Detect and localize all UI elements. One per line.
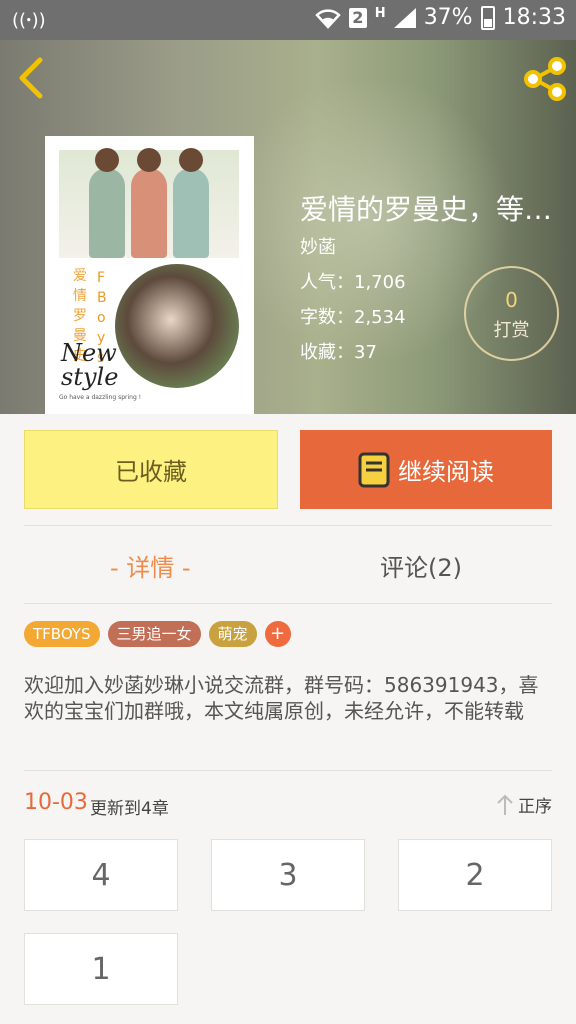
book-header: 爱情罗曼史 FBoys New style Go have a dazzling… <box>0 40 576 414</box>
cover-photo-group <box>59 148 239 258</box>
add-tag-button[interactable]: + <box>264 621 291 647</box>
signal-icon <box>393 7 416 28</box>
network-type: H <box>374 6 386 21</box>
book-description: 欢迎加入妙菡妙琳小说交流群，群号码：586391943，喜欢的宝宝们加群哦，本文… <box>24 673 539 723</box>
cover-portrait <box>115 264 239 388</box>
battery-icon <box>480 5 495 30</box>
cover-style-line-2: style <box>61 363 119 391</box>
status-bar: ((ꞏ)) 2 H 37% 18:33 <box>0 0 576 40</box>
tag-cute-pet[interactable]: 萌宠 <box>208 621 257 647</box>
tag-three-boys-one-girl[interactable]: 三男追一女 <box>107 621 201 647</box>
book-cover[interactable]: 爱情罗曼史 FBoys New style Go have a dazzling… <box>45 136 254 414</box>
cover-style-text: New style <box>61 341 118 389</box>
back-arrow-icon[interactable] <box>14 56 50 100</box>
tag-list: TFBOYS 三男追一女 萌宠 + <box>24 621 291 647</box>
continue-reading-button[interactable]: 继续阅读 <box>300 430 552 509</box>
divider <box>24 603 552 604</box>
share-icon[interactable] <box>522 56 568 102</box>
word-count-stat: 字数：2,534 <box>300 307 406 328</box>
tag-tfboys[interactable]: TFBOYS <box>24 621 100 647</box>
tab-comments[interactable]: 评论(2) <box>380 548 462 583</box>
book-author[interactable]: 妙菡 <box>300 233 336 259</box>
wifi-icon <box>315 8 341 29</box>
chapter-button[interactable]: 1 <box>24 933 178 1005</box>
update-date: 10-03 <box>24 790 88 815</box>
collected-button-label: 已收藏 <box>115 458 187 486</box>
sim-badge: 2 <box>348 7 367 28</box>
signal-tower-icon: ((ꞏ)) <box>12 10 46 31</box>
cover-caption: Go have a dazzling spring ! <box>59 394 142 401</box>
sort-order-label: 正序 <box>518 797 552 817</box>
book-icon <box>358 452 390 487</box>
battery-percent: 37% <box>423 5 473 30</box>
tip-button[interactable]: 0 打赏 <box>464 266 559 361</box>
chapter-button[interactable]: 2 <box>398 839 552 911</box>
continue-reading-label: 继续阅读 <box>398 458 494 486</box>
favorites-stat: 收藏：37 <box>300 342 377 363</box>
popularity-stat: 人气：1,706 <box>300 272 406 293</box>
chapter-button[interactable]: 4 <box>24 839 178 911</box>
sort-order-button[interactable]: 正序 <box>496 792 552 817</box>
chapter-button[interactable]: 3 <box>211 839 365 911</box>
divider <box>24 770 552 771</box>
divider <box>24 525 552 526</box>
arrow-up-icon <box>497 794 513 815</box>
tip-count: 0 <box>505 288 518 312</box>
collected-button[interactable]: 已收藏 <box>24 430 278 509</box>
tip-label: 打赏 <box>493 320 530 341</box>
clock: 18:33 <box>502 5 566 30</box>
tab-details[interactable]: - 详情 - <box>110 548 191 583</box>
update-status: 更新到4章 <box>90 799 169 819</box>
book-title: 爱情的罗曼史，等待… <box>300 193 572 226</box>
